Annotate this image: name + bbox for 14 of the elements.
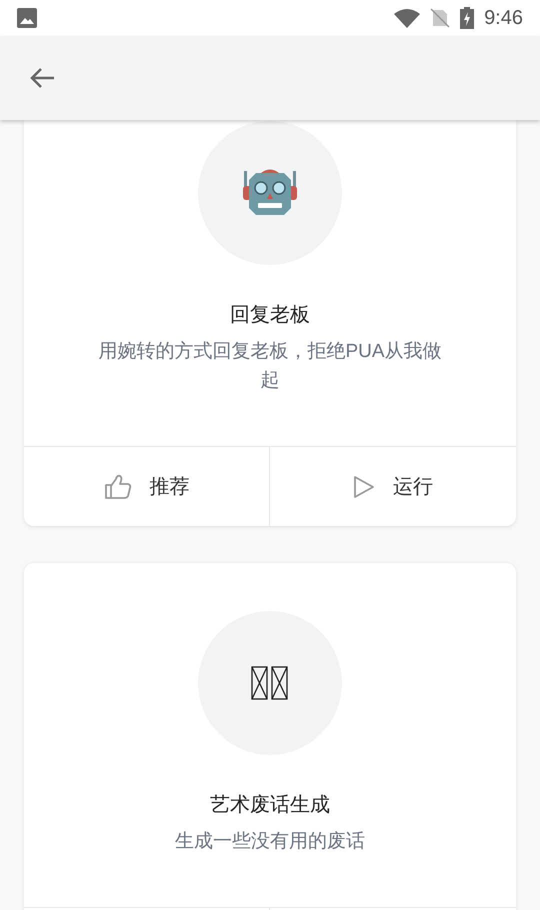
recommend-button[interactable]: 推荐: [24, 447, 270, 526]
play-icon: [353, 474, 375, 498]
card-title: 回复老板: [230, 303, 310, 328]
status-time: 9:46: [484, 6, 523, 31]
battery-charging-icon: [460, 7, 474, 29]
wifi-icon: [394, 8, 420, 28]
thumbs-up-icon: [104, 474, 132, 500]
card-description: 用婉转的方式回复老板，拒绝PUA从我做起: [97, 340, 443, 393]
missing-glyph-icon: [251, 666, 289, 700]
card-title: 艺术废话生成: [210, 793, 330, 818]
no-sim-icon: [430, 8, 450, 28]
run-button[interactable]: 运行: [270, 447, 516, 526]
card-description: 生成一些没有用的废话: [174, 830, 366, 854]
image-icon: [17, 8, 37, 28]
